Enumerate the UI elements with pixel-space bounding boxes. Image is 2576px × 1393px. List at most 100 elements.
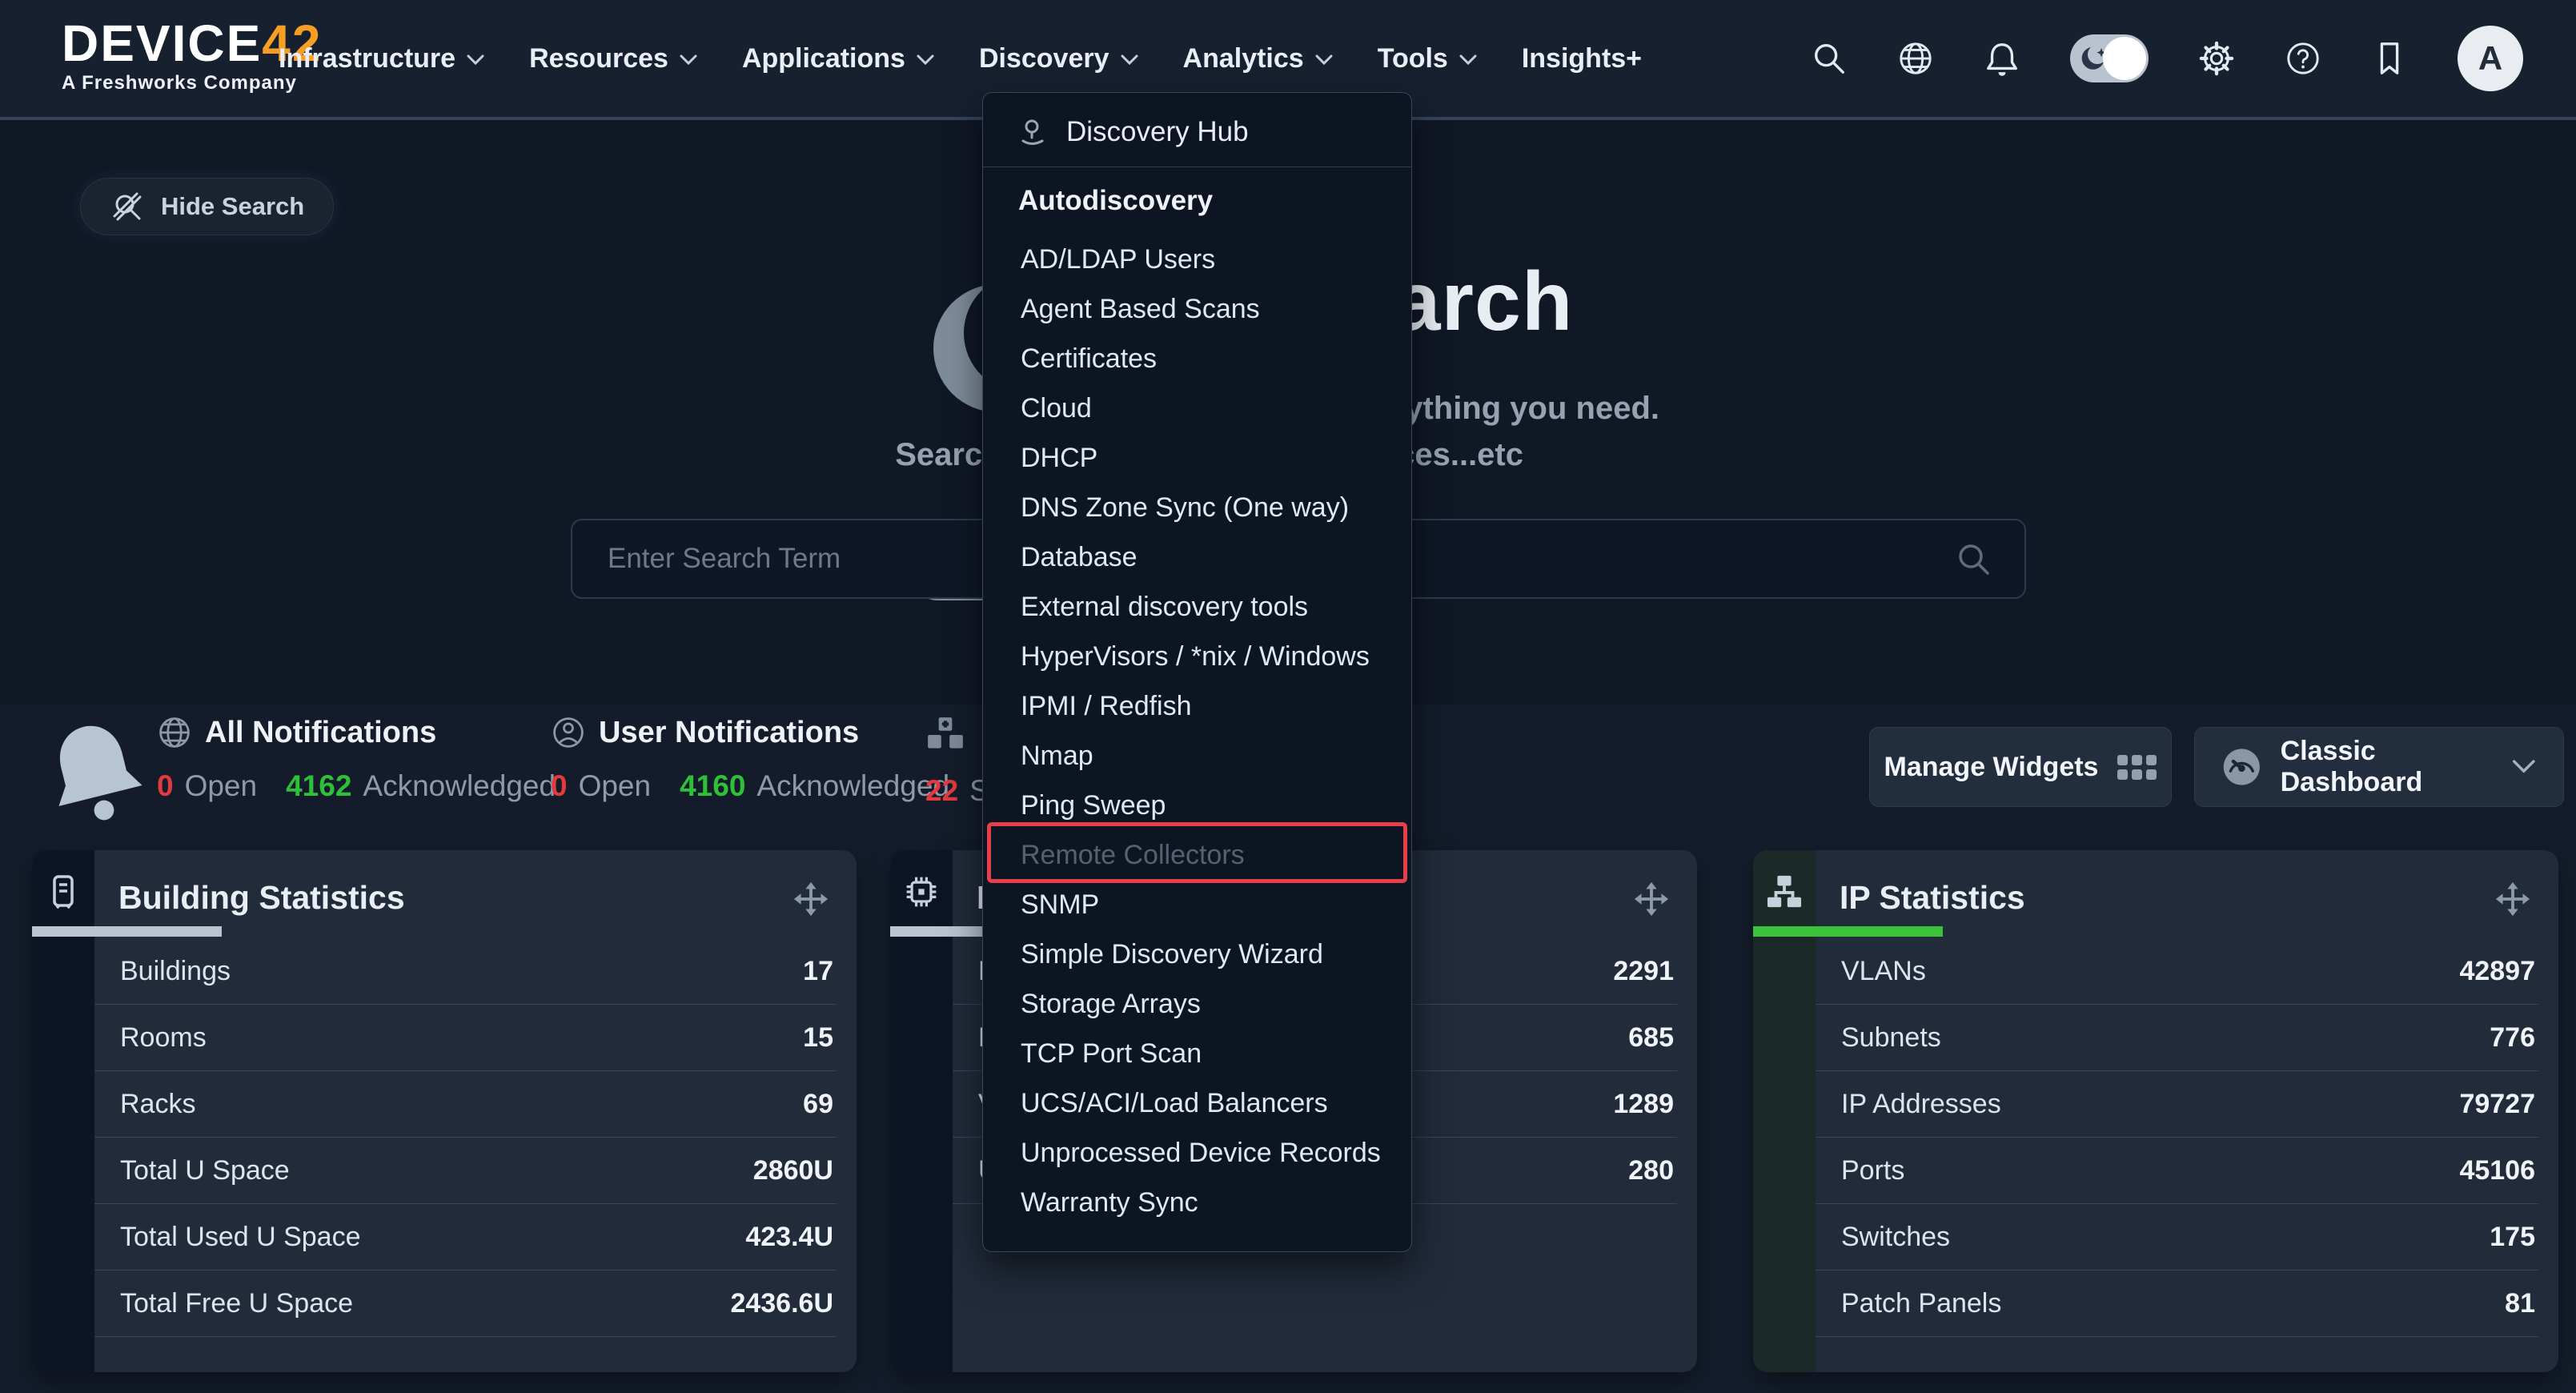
nav-resources[interactable]: Resources: [529, 43, 697, 74]
row-label: Total Free U Space: [120, 1288, 353, 1319]
row-value: 776: [2490, 1022, 2535, 1054]
menu-item-ucs-aci-load-balancers[interactable]: UCS/ACI/Load Balancers: [983, 1078, 1411, 1128]
menu-item-dns-zone-sync[interactable]: DNS Zone Sync (One way): [983, 483, 1411, 532]
table-row: Total Free U Space 2436.6U: [94, 1271, 837, 1337]
menu-item-cloud[interactable]: Cloud: [983, 383, 1411, 433]
gear-icon[interactable]: [2198, 40, 2235, 77]
cubes-icon: [925, 715, 965, 755]
menu-item-ad-ldap-users[interactable]: AD/LDAP Users: [983, 235, 1411, 284]
widget-title: IP Statistics: [1840, 879, 2025, 917]
table-row: Switches175: [1816, 1204, 2538, 1271]
avatar-initial: A: [2478, 39, 2502, 78]
nav-applications[interactable]: Applications: [742, 43, 934, 74]
nav-analytics[interactable]: Analytics: [1183, 43, 1333, 74]
help-icon[interactable]: [2285, 40, 2321, 77]
chevron-down-icon: [1121, 54, 1138, 66]
row-value: 423.4U: [745, 1222, 833, 1253]
user-icon: [551, 715, 586, 750]
menu-item-dhcp[interactable]: DHCP: [983, 433, 1411, 483]
services-counts[interactable]: 22 S: [925, 774, 989, 808]
search-icon[interactable]: [1811, 40, 1848, 77]
table-row: Total Used U Space 423.4U: [94, 1204, 837, 1271]
row-value: 280: [1628, 1155, 1674, 1186]
move-icon[interactable]: [1633, 881, 1670, 917]
open-label: Open: [579, 769, 652, 803]
menu-item-snmp[interactable]: SNMP: [983, 880, 1411, 929]
menu-item-warranty-sync[interactable]: Warranty Sync: [983, 1178, 1411, 1227]
menu-item-hypervisors-nix-windows[interactable]: HyperVisors / *nix / Windows: [983, 632, 1411, 681]
nav-tools[interactable]: Tools: [1378, 43, 1477, 74]
menu-item-database[interactable]: Database: [983, 532, 1411, 582]
row-value: 42897: [2459, 956, 2535, 987]
move-icon[interactable]: [792, 881, 829, 917]
widget-accent-bar: [32, 926, 222, 937]
menu-item-remote-collectors[interactable]: Remote Collectors: [983, 830, 1411, 880]
table-row: Ports45106: [1816, 1138, 2538, 1204]
building-icon: [46, 874, 80, 911]
row-label: Buildings: [120, 956, 231, 987]
manage-widgets-label: Manage Widgets: [1884, 752, 2099, 783]
menu-item-ipmi-redfish[interactable]: IPMI / Redfish: [983, 681, 1411, 731]
menu-item-agent-based-scans[interactable]: Agent Based Scans: [983, 284, 1411, 334]
gauge-icon: [2222, 745, 2261, 789]
table-row: Buildings17: [94, 938, 837, 1005]
topbar-actions: A: [1811, 0, 2523, 117]
table-row: Racks69: [94, 1071, 837, 1138]
menu-item-nmap[interactable]: Nmap: [983, 731, 1411, 781]
theme-toggle[interactable]: [2070, 34, 2149, 82]
menu-item-simple-discovery-wizard[interactable]: Simple Discovery Wizard: [983, 929, 1411, 979]
search-icon[interactable]: [1956, 541, 1991, 576]
menu-section-autodiscovery: Autodiscovery: [983, 167, 1411, 235]
row-value: 15: [803, 1022, 833, 1054]
bell-icon[interactable]: [1984, 40, 2020, 77]
user-notifications-counts[interactable]: 0 Open 4160 Acknowledged: [551, 769, 949, 803]
manage-widgets-button[interactable]: Manage Widgets: [1869, 727, 2172, 807]
all-notifications-counts[interactable]: 0 Open 4162 Acknowledged: [157, 769, 556, 803]
row-value: 685: [1628, 1022, 1674, 1054]
menu-item-certificates[interactable]: Certificates: [983, 334, 1411, 383]
globe-icon[interactable]: [1897, 40, 1934, 77]
menu-item-unprocessed-device-records[interactable]: Unprocessed Device Records: [983, 1128, 1411, 1178]
menu-item-storage-arrays[interactable]: Storage Arrays: [983, 979, 1411, 1029]
open-count: 0: [551, 769, 568, 803]
menu-item-label: Remote Collectors: [1021, 840, 1245, 871]
nav-label: Resources: [529, 43, 668, 74]
open-label: Open: [185, 769, 258, 803]
widget-title: Building Statistics: [118, 879, 405, 917]
table-row: Rooms15: [94, 1005, 837, 1071]
nav-discovery[interactable]: Discovery: [979, 43, 1138, 74]
globe-icon: [157, 715, 192, 750]
table-row: VLANs42897: [1816, 938, 2538, 1005]
nav-label: Tools: [1378, 43, 1448, 74]
row-label: Switches: [1841, 1222, 1950, 1253]
row-value: 2291: [1613, 956, 1674, 987]
user-notifications-group: User Notifications 0 Open 4160 Acknowled…: [551, 715, 949, 803]
dashboard-selector[interactable]: Classic Dashboard: [2194, 727, 2564, 807]
ack-count: 4162: [286, 769, 351, 803]
row-value: 69: [803, 1089, 833, 1120]
row-value: 2436.6U: [730, 1288, 833, 1319]
bookmark-icon[interactable]: [2371, 40, 2408, 77]
search-off-icon: [110, 189, 145, 224]
row-value: 2860U: [753, 1155, 833, 1186]
menu-item-ping-sweep[interactable]: Ping Sweep: [983, 781, 1411, 830]
move-icon[interactable]: [2494, 881, 2531, 917]
row-label: Total Used U Space: [120, 1222, 361, 1253]
nav-infrastructure[interactable]: Infrastructure: [279, 43, 484, 74]
nav-label: Infrastructure: [279, 43, 455, 74]
chevron-down-icon: [467, 54, 484, 66]
nav-label: Insights+: [1522, 43, 1642, 74]
ack-count: 4160: [680, 769, 745, 803]
menu-item-tcp-port-scan[interactable]: TCP Port Scan: [983, 1029, 1411, 1078]
notification-bell-illustration: [42, 715, 147, 829]
sitemap-icon: [1766, 874, 1803, 909]
menu-item-external-discovery-tools[interactable]: External discovery tools: [983, 582, 1411, 632]
hide-search-button[interactable]: Hide Search: [80, 178, 334, 235]
menu-item-discovery-hub[interactable]: Discovery Hub: [983, 98, 1411, 167]
nav-insights[interactable]: Insights+: [1522, 43, 1642, 74]
nav-label: Applications: [742, 43, 905, 74]
avatar[interactable]: A: [2458, 26, 2523, 91]
row-label: IP Addresses: [1841, 1089, 2001, 1120]
table-row: Subnets776: [1816, 1005, 2538, 1071]
ack-label: Acknowledged: [756, 769, 949, 803]
